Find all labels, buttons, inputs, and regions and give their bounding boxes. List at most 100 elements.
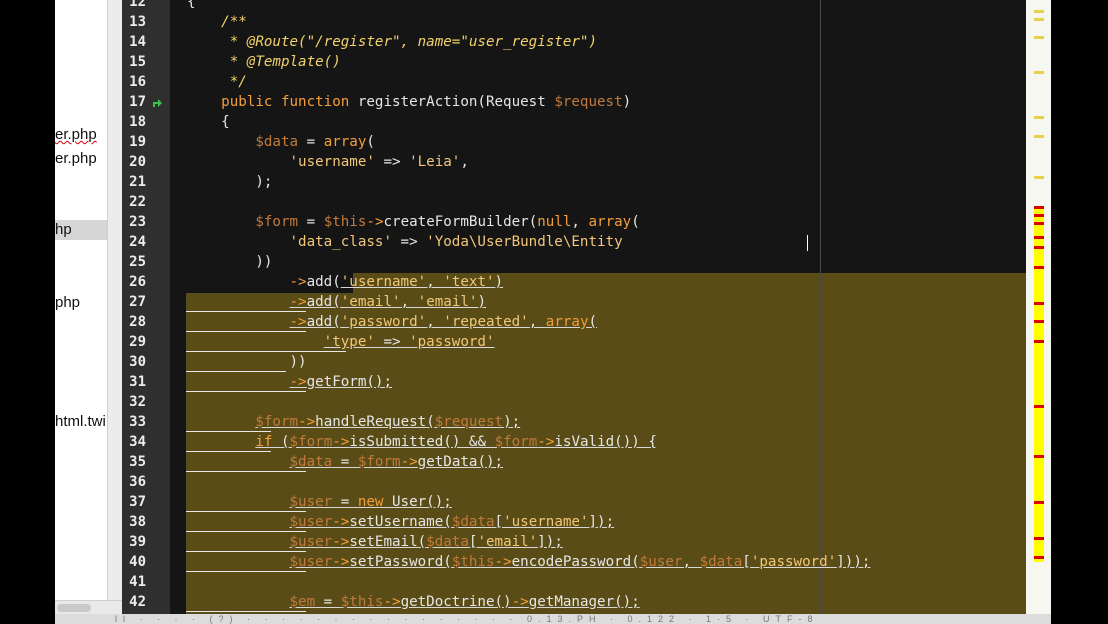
line-number: 26 — [129, 274, 146, 290]
error-marker[interactable] — [1034, 302, 1044, 305]
line-number: 31 — [129, 374, 146, 390]
line-number: 38 — [129, 514, 146, 530]
code-line-30: )) — [187, 354, 307, 370]
highlight-underline — [186, 511, 306, 512]
code-line-18: { — [187, 114, 230, 130]
highlight-underline — [186, 471, 306, 472]
project-panel-hscrollbar[interactable] — [55, 600, 122, 615]
error-marker[interactable] — [1034, 556, 1044, 559]
line-number: 19 — [129, 134, 146, 150]
code-line-42: $em = $this->getDoctrine()->getManager()… — [289, 594, 640, 610]
warning-marker[interactable] — [1034, 135, 1044, 138]
line-number: 15 — [129, 54, 146, 70]
line-number: 18 — [129, 114, 146, 130]
project-panel-scrollbar[interactable] — [107, 0, 123, 600]
line-number: 24 — [129, 234, 146, 250]
line-number: 16 — [129, 74, 146, 90]
line-number: 22 — [129, 194, 146, 210]
line-number: 42 — [129, 594, 146, 610]
warning-marker[interactable] — [1034, 10, 1044, 13]
highlight-underline — [186, 571, 306, 572]
video-letterbox-left — [0, 0, 55, 624]
warning-marker[interactable] — [1034, 18, 1044, 21]
file-item-selected[interactable]: hp — [55, 220, 107, 240]
code-line-23: $form = $this->createFormBuilder(null, a… — [255, 214, 640, 230]
line-number: 41 — [129, 574, 146, 590]
line-number: 21 — [129, 174, 146, 190]
error-marker[interactable] — [1034, 320, 1044, 323]
highlight-underline — [186, 331, 306, 332]
line-number: 39 — [129, 534, 146, 550]
code-line-19: $data = array( — [255, 134, 375, 150]
error-marker[interactable] — [1034, 537, 1044, 540]
code-line-38: $user->setUsername($data['username']); — [289, 514, 615, 530]
code-line-17: public function registerAction(Request $… — [221, 94, 632, 110]
file-item-label: hp — [55, 221, 72, 238]
code-line-35: $data = $form->getData(); — [289, 454, 504, 470]
line-number: 13 — [129, 14, 146, 30]
video-letterbox-right — [1051, 0, 1108, 624]
line-number-gutter: 12 13 14 15 16 17 18 19 20 21 22 23 24 2… — [122, 0, 170, 614]
error-marker[interactable] — [1034, 405, 1044, 408]
highlight-range-marker[interactable] — [1034, 206, 1044, 562]
code-line-24: 'data_class' => 'Yoda\UserBundle\Entity — [289, 234, 623, 250]
line-number: 23 — [129, 214, 146, 230]
code-editor[interactable]: { /** * @Route("/register", name="user_r… — [170, 0, 1026, 614]
highlight-underline — [186, 531, 306, 532]
error-marker[interactable] — [1034, 455, 1044, 458]
code-line-16: */ — [187, 74, 247, 90]
file-item[interactable]: html.twi — [55, 412, 107, 432]
file-item[interactable]: php — [55, 293, 107, 313]
highlight-underline — [186, 371, 286, 372]
error-marker[interactable] — [1034, 266, 1044, 269]
code-line-20: 'username' => 'Leia', — [289, 154, 469, 170]
line-number: 12 — [129, 0, 146, 10]
text-caret — [807, 235, 808, 251]
highlight-underline — [186, 431, 271, 432]
file-item-label: er.php — [55, 150, 97, 167]
highlight-underline — [186, 351, 346, 352]
code-line-29: 'type' => 'password' — [323, 334, 495, 350]
line-number: 17 — [129, 94, 146, 110]
code-line-15: * @Template() — [187, 54, 341, 70]
status-bar: ll · · · · (?) · · · · · · · · · · · · ·… — [55, 614, 1051, 624]
code-line-39: $user->setEmail($data['email']); — [289, 534, 563, 550]
file-item-label: php — [55, 294, 81, 311]
line-number: 37 — [129, 494, 146, 510]
line-number: 28 — [129, 314, 146, 330]
code-line-40: $user->setPassword($this->encodePassword… — [289, 554, 871, 570]
line-number: 29 — [129, 334, 146, 350]
code-line-14: * @Route("/register", name="user_registe… — [187, 34, 597, 50]
highlight-underline — [186, 551, 306, 552]
warning-marker[interactable] — [1034, 176, 1044, 179]
file-item[interactable]: er.php — [55, 149, 107, 169]
error-marker[interactable] — [1034, 222, 1044, 225]
error-marker[interactable] — [1034, 340, 1044, 343]
warning-marker[interactable] — [1034, 71, 1044, 74]
right-margin-guide — [820, 0, 821, 614]
line-number: 40 — [129, 554, 146, 570]
error-marker[interactable] — [1034, 246, 1044, 249]
line-number: 34 — [129, 434, 146, 450]
file-item[interactable]: er.php — [55, 125, 107, 145]
hscroll-thumb[interactable] — [57, 604, 91, 612]
line-number: 32 — [129, 394, 146, 410]
highlight-underline — [186, 611, 306, 612]
line-number: 36 — [129, 474, 146, 490]
warning-marker[interactable] — [1034, 116, 1044, 119]
code-line-26: ->add('username', 'text') — [289, 274, 504, 290]
error-marker[interactable] — [1034, 236, 1044, 239]
highlight-underline — [186, 391, 306, 392]
error-marker[interactable] — [1034, 206, 1044, 209]
code-line-13: /** — [187, 14, 247, 30]
error-marker[interactable] — [1034, 501, 1044, 504]
line-number: 30 — [129, 354, 146, 370]
highlight-underline — [186, 311, 306, 312]
error-stripe[interactable] — [1026, 0, 1051, 614]
error-marker[interactable] — [1034, 214, 1044, 217]
implements-method-icon[interactable] — [150, 96, 164, 109]
warning-marker[interactable] — [1034, 36, 1044, 39]
line-number: 27 — [129, 294, 146, 310]
line-number: 20 — [129, 154, 146, 170]
code-line-34: if ($form->isSubmitted() && $form->isVal… — [255, 434, 657, 450]
